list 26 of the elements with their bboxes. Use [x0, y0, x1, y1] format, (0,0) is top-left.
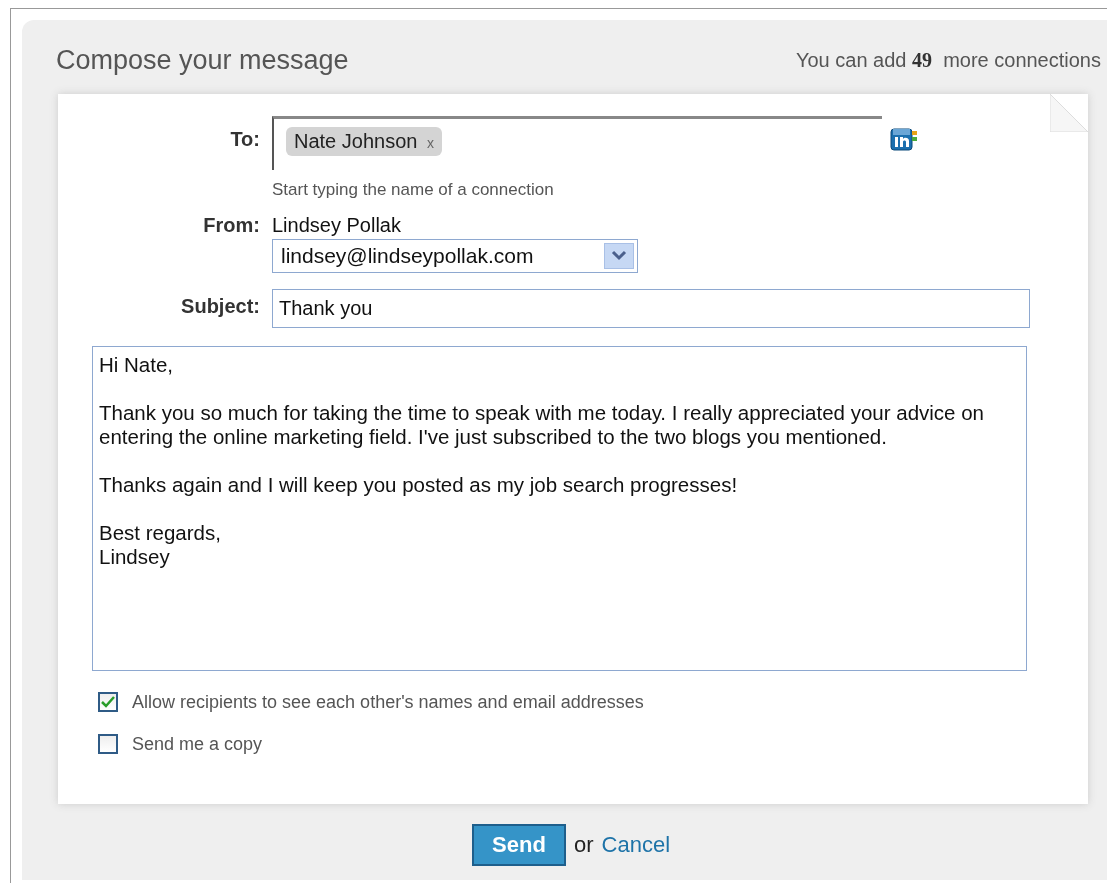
message-field[interactable] [92, 346, 1027, 671]
from-label: From: [202, 214, 260, 237]
option-label: Allow recipients to see each other's names and email addresses [132, 691, 644, 713]
message-text: Lindsey [99, 545, 170, 568]
subject-field[interactable]: Thank you [272, 289, 1030, 328]
remove-recipient-button[interactable]: x [427, 135, 434, 151]
message-text: Best regards, [99, 521, 221, 544]
message-text: Thanks again and I will keep you posted as my job search progresses! [99, 473, 738, 496]
to-label: To: [229, 127, 260, 151]
or-text: or [574, 832, 594, 858]
recipient-chip[interactable]: Nate Johnson x [286, 127, 442, 156]
address-book-icon[interactable] [890, 126, 920, 152]
recipient-field[interactable]: Nate Johnson x [272, 116, 882, 170]
option-label: Send me a copy [132, 733, 263, 755]
checkbox[interactable] [98, 692, 118, 712]
sender-email-dropdown[interactable]: lindsey@lindseypollak.com [272, 239, 638, 273]
recipient-hint: Start typing the name of a connection [272, 180, 555, 200]
sender-name: Lindsey Pollak [272, 214, 402, 237]
message-text: Hi Nate, [99, 353, 174, 376]
message-text: Thank you so much for taking the time to speak with me today. I really appreciated your advice on entering the online marketing field. I've just subscribed to the two blogs you mentioned. [99, 401, 984, 448]
subject-label: Subject: [180, 294, 260, 318]
chevron-down-icon [604, 243, 634, 269]
cancel-link[interactable]: Cancel [601, 832, 671, 858]
connections-note: You can add 49 more connections [795, 48, 1101, 72]
checkbox[interactable] [98, 734, 118, 754]
page-heading: Compose your message [56, 44, 349, 76]
